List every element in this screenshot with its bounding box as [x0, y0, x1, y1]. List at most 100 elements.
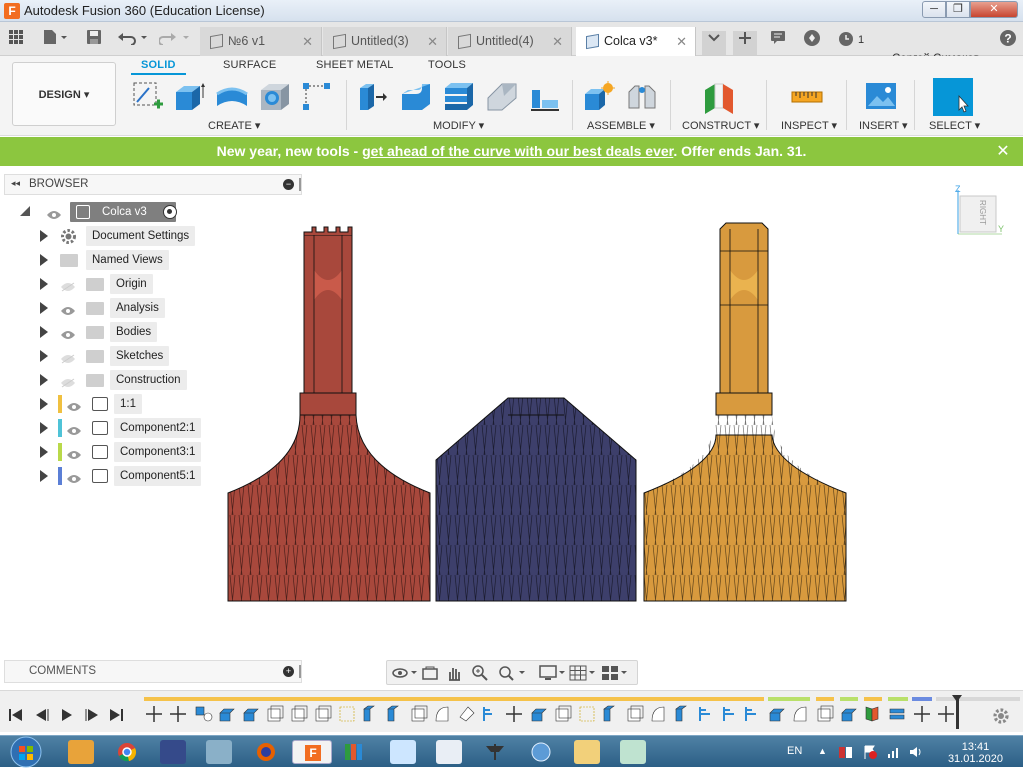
- input-language[interactable]: EN: [787, 745, 802, 757]
- file-explorer-icon[interactable]: [574, 740, 600, 764]
- minimize-button[interactable]: ─: [922, 1, 946, 18]
- volume-icon[interactable]: [908, 744, 924, 760]
- shell-icon[interactable]: [442, 80, 474, 112]
- expand-triangle-icon[interactable]: [40, 470, 48, 482]
- comments-panel[interactable]: COMMENTS +: [4, 660, 302, 683]
- visibility-eye-icon[interactable]: [66, 447, 82, 467]
- app-colored-bars-icon[interactable]: [340, 740, 366, 764]
- tree-item-component-1-1[interactable]: 1:1: [38, 394, 198, 414]
- grid-snaps-icon[interactable]: [569, 664, 597, 682]
- show-hidden-icons-icon[interactable]: ▲: [818, 746, 827, 756]
- close-tab-icon[interactable]: ✕: [676, 27, 687, 56]
- close-tab-icon[interactable]: ✕: [552, 27, 563, 56]
- action-center-flag-icon[interactable]: [862, 744, 878, 760]
- activate-radio-icon[interactable]: [163, 205, 177, 219]
- data-panel-grid-icon[interactable]: [6, 29, 26, 49]
- document-editor-icon[interactable]: [436, 740, 462, 764]
- fillet-icon[interactable]: [399, 80, 431, 112]
- gold-brush-model[interactable]: [643, 222, 847, 602]
- construct-menu[interactable]: CONSTRUCT ▾: [682, 119, 759, 132]
- look-at-icon[interactable]: [421, 664, 439, 682]
- inspect-menu[interactable]: INSPECT ▾: [781, 119, 837, 132]
- display-settings-icon[interactable]: [539, 664, 567, 682]
- panel-resize-handle[interactable]: [299, 178, 301, 191]
- red-brush-model[interactable]: [227, 226, 431, 602]
- hidden-eye-icon[interactable]: [60, 279, 76, 299]
- measure-icon[interactable]: [790, 80, 823, 112]
- extensions-icon[interactable]: [802, 29, 822, 49]
- network-signal-icon[interactable]: [886, 744, 902, 760]
- select-tool-icon[interactable]: [933, 78, 973, 116]
- doc-tab-untitled-4[interactable]: Untitled(4) ✕: [448, 27, 572, 56]
- pan-hand-icon[interactable]: [445, 664, 463, 682]
- insert-menu[interactable]: INSERT ▾: [859, 119, 908, 132]
- expand-triangle-icon[interactable]: [40, 422, 48, 434]
- chamfer-icon[interactable]: [485, 80, 517, 112]
- remote-desktop-icon[interactable]: [206, 740, 232, 764]
- step-forward-icon[interactable]: [84, 708, 100, 725]
- add-comment-icon[interactable]: +: [283, 666, 294, 677]
- tab-solid[interactable]: SOLID: [131, 59, 186, 75]
- close-tab-icon[interactable]: ✕: [427, 27, 438, 56]
- globe-icon[interactable]: [528, 740, 554, 764]
- calculator-icon[interactable]: [390, 740, 416, 764]
- press-pull-icon[interactable]: [356, 80, 388, 112]
- expand-triangle-icon[interactable]: [40, 398, 48, 410]
- visibility-eye-icon[interactable]: [60, 303, 76, 323]
- firefox-icon[interactable]: [248, 740, 284, 764]
- job-status-clock-icon[interactable]: 1: [836, 29, 866, 49]
- tree-item-analysis[interactable]: Analysis: [38, 298, 198, 318]
- expand-triangle-icon[interactable]: [40, 230, 48, 242]
- tree-item-component3[interactable]: Component3:1: [38, 442, 202, 462]
- zoom-icon[interactable]: [471, 664, 489, 682]
- visibility-eye-icon[interactable]: [66, 423, 82, 443]
- timeline-feature-icons[interactable]: [144, 703, 964, 725]
- tab-surface[interactable]: SURFACE: [223, 59, 276, 71]
- tree-item-component5[interactable]: Component5:1: [38, 466, 202, 486]
- doc-tab-untitled-3[interactable]: Untitled(3) ✕: [323, 27, 447, 56]
- notepad-icon[interactable]: [620, 740, 646, 764]
- close-window-button[interactable]: ✕: [970, 1, 1018, 18]
- visibility-eye-icon[interactable]: [60, 327, 76, 347]
- collapse-panel-icon[interactable]: ◂◂: [11, 178, 20, 189]
- fusion-taskbar-icon[interactable]: F: [292, 740, 332, 764]
- visibility-eye-icon[interactable]: [66, 471, 82, 491]
- save-floppy-icon[interactable]: [160, 740, 186, 764]
- expand-triangle-icon[interactable]: [40, 302, 48, 314]
- minimize-panel-icon[interactable]: −: [283, 179, 294, 190]
- hidden-eye-icon[interactable]: [60, 351, 76, 371]
- timeline-settings-gear-icon[interactable]: [992, 707, 1010, 728]
- insert-image-icon[interactable]: [864, 80, 896, 112]
- undo-icon[interactable]: [116, 29, 150, 49]
- canvas-viewport[interactable]: [220, 215, 860, 610]
- chrome-icon[interactable]: [114, 740, 140, 764]
- blue-brush-model[interactable]: [435, 397, 637, 602]
- align-icon[interactable]: [528, 80, 560, 112]
- start-button[interactable]: [6, 736, 46, 768]
- tray-app-icon[interactable]: [838, 744, 854, 760]
- tree-item-construction[interactable]: Construction: [38, 370, 198, 390]
- create-menu[interactable]: CREATE ▾: [208, 119, 260, 132]
- tree-item-bodies[interactable]: Bodies: [38, 322, 198, 342]
- close-tab-icon[interactable]: ✕: [302, 27, 313, 56]
- tree-item-document-settings[interactable]: Document Settings: [38, 226, 198, 246]
- system-clock[interactable]: 13:41 31.01.2020: [948, 741, 1003, 765]
- visibility-eye-icon[interactable]: [66, 399, 82, 419]
- go-to-end-icon[interactable]: [108, 708, 124, 725]
- play-icon[interactable]: [60, 708, 74, 725]
- help-icon[interactable]: ?: [998, 29, 1018, 49]
- extrude-icon[interactable]: [173, 80, 205, 112]
- hole-icon[interactable]: [258, 80, 290, 112]
- tree-item-named-views[interactable]: Named Views: [38, 250, 198, 270]
- panel-resize-handle[interactable]: [299, 665, 301, 678]
- zoom-window-icon[interactable]: [497, 664, 527, 682]
- maximize-button[interactable]: ❐: [946, 1, 970, 18]
- tab-overflow-chevron-icon[interactable]: [702, 31, 726, 55]
- expanded-triangle-icon[interactable]: [20, 206, 30, 216]
- expand-triangle-icon[interactable]: [40, 326, 48, 338]
- workspace-switcher[interactable]: DESIGN ▾: [12, 62, 116, 126]
- new-tab-plus-icon[interactable]: [733, 31, 757, 55]
- new-component-icon[interactable]: [582, 80, 615, 112]
- step-back-icon[interactable]: [34, 708, 50, 725]
- browser-root-item[interactable]: Colca v3: [18, 202, 188, 222]
